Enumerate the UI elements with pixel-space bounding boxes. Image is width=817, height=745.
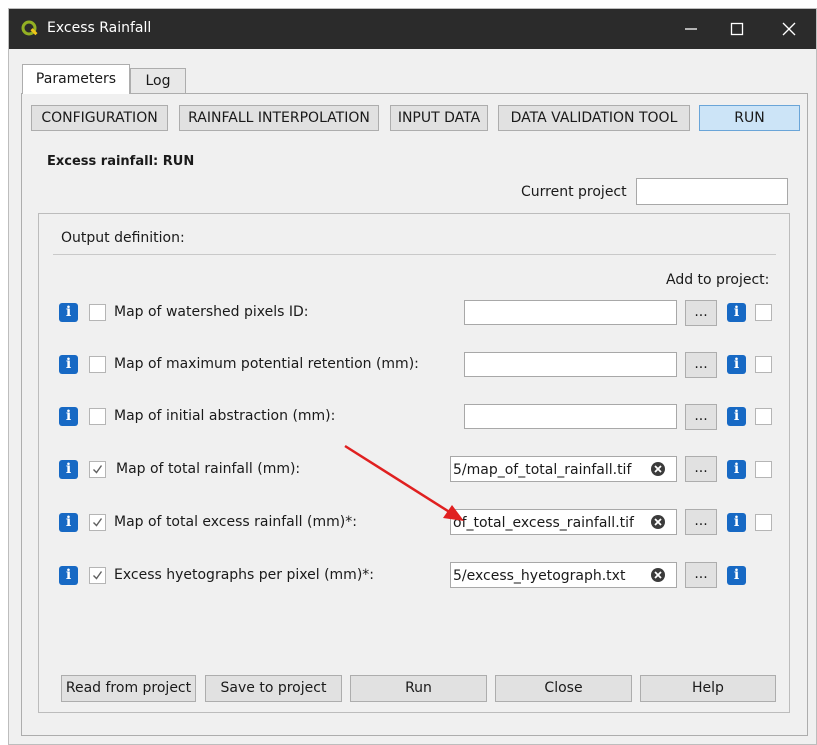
output-label-total-excess-rainfall: Map of total excess rainfall (mm)*: — [114, 514, 357, 530]
output-label-initial-abstraction: Map of initial abstraction (mm): — [114, 408, 336, 424]
info-icon[interactable]: i — [59, 407, 78, 426]
title-bar[interactable]: Excess Rainfall — [9, 9, 816, 49]
save-to-project-button[interactable]: Save to project — [205, 675, 342, 702]
help-button[interactable]: Help — [640, 675, 776, 702]
browse-button[interactable]: ... — [685, 562, 717, 588]
current-project-input[interactable] — [636, 178, 788, 205]
tab-parameters[interactable]: Parameters — [22, 64, 130, 94]
output-path-total-excess-rainfall[interactable]: of_total_excess_rainfall.tif — [450, 509, 677, 535]
info-icon[interactable]: i — [727, 513, 746, 532]
configuration-button[interactable]: CONFIGURATION — [31, 105, 168, 131]
output-definition-title: Output definition: — [61, 230, 185, 246]
add-to-project-checkbox[interactable] — [755, 514, 772, 531]
checkmark-icon — [93, 465, 103, 474]
section-title: Excess rainfall: RUN — [47, 154, 195, 169]
run-tab-button[interactable]: RUN — [699, 105, 800, 131]
checkmark-icon — [93, 571, 103, 580]
window-title: Excess Rainfall — [47, 20, 152, 36]
output-path-total-rainfall[interactable]: 5/map_of_total_rainfall.tif — [450, 456, 677, 482]
dialog-window: Excess Rainfall Parameters Log CONFIGURA… — [8, 8, 817, 745]
clear-icon[interactable] — [650, 567, 666, 583]
add-to-project-label: Add to project: — [666, 272, 770, 288]
info-icon[interactable]: i — [59, 513, 78, 532]
output-path-watershed-pixels[interactable] — [464, 300, 677, 325]
browse-button[interactable]: ... — [685, 352, 717, 378]
close-button[interactable]: Close — [495, 675, 632, 702]
output-label-excess-hyetographs: Excess hyetographs per pixel (mm)*: — [114, 567, 374, 583]
browse-button[interactable]: ... — [685, 456, 717, 482]
info-icon[interactable]: i — [59, 355, 78, 374]
info-icon[interactable]: i — [727, 460, 746, 479]
row-enable-checkbox[interactable] — [89, 304, 106, 321]
info-icon[interactable]: i — [59, 460, 78, 479]
browse-button[interactable]: ... — [685, 300, 717, 326]
info-icon[interactable]: i — [727, 407, 746, 426]
add-to-project-checkbox[interactable] — [755, 461, 772, 478]
output-label-max-retention: Map of maximum potential retention (mm): — [114, 356, 419, 372]
run-button[interactable]: Run — [350, 675, 487, 702]
checkmark-icon — [93, 518, 103, 527]
info-icon[interactable]: i — [727, 303, 746, 322]
output-path-excess-hyetographs[interactable]: 5/excess_hyetograph.txt — [450, 562, 677, 588]
output-path-max-retention[interactable] — [464, 352, 677, 377]
read-from-project-button[interactable]: Read from project — [61, 675, 196, 702]
row-enable-checkbox[interactable] — [89, 356, 106, 373]
clear-icon[interactable] — [650, 514, 666, 530]
close-icon — [782, 22, 796, 36]
add-to-project-checkbox[interactable] — [755, 304, 772, 321]
output-path-initial-abstraction[interactable] — [464, 404, 677, 429]
browse-button[interactable]: ... — [685, 404, 717, 430]
add-to-project-checkbox[interactable] — [755, 408, 772, 425]
info-icon[interactable]: i — [59, 303, 78, 322]
maximize-icon — [730, 22, 744, 36]
row-enable-checkbox[interactable] — [89, 461, 106, 478]
browse-button[interactable]: ... — [685, 509, 717, 535]
current-project-label: Current project — [521, 184, 627, 200]
maximize-button[interactable] — [714, 9, 760, 49]
row-enable-checkbox[interactable] — [89, 514, 106, 531]
qgis-logo-icon — [21, 20, 38, 36]
info-icon[interactable]: i — [727, 566, 746, 585]
add-to-project-checkbox[interactable] — [755, 356, 772, 373]
clear-icon[interactable] — [650, 461, 666, 477]
row-enable-checkbox[interactable] — [89, 567, 106, 584]
group-divider — [53, 254, 776, 255]
rainfall-interpolation-button[interactable]: RAINFALL INTERPOLATION — [179, 105, 379, 131]
info-icon[interactable]: i — [727, 355, 746, 374]
output-label-total-rainfall: Map of total rainfall (mm): — [116, 461, 301, 477]
red-arrow-icon — [344, 444, 464, 521]
data-validation-tool-button[interactable]: DATA VALIDATION TOOL — [498, 105, 690, 131]
close-window-button[interactable] — [766, 9, 812, 49]
tab-log[interactable]: Log — [130, 68, 186, 94]
info-icon[interactable]: i — [59, 566, 78, 585]
output-label-watershed-pixels: Map of watershed pixels ID: — [114, 304, 309, 320]
input-data-button[interactable]: INPUT DATA — [390, 105, 488, 131]
minimize-button[interactable] — [668, 9, 714, 49]
minimize-icon — [685, 28, 697, 30]
row-enable-checkbox[interactable] — [89, 408, 106, 425]
